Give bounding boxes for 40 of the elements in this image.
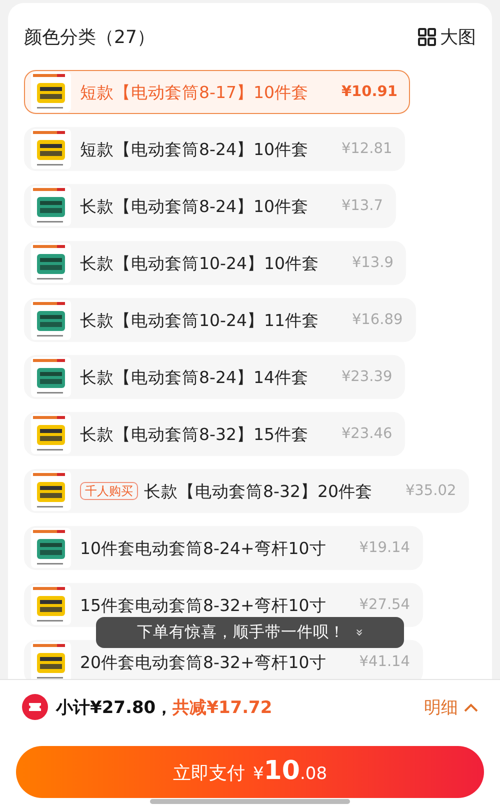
option-price: ¥41.14 (359, 654, 410, 670)
option-item[interactable]: 10件套电动套筒8-24+弯杆10寸 ¥19.14 (24, 526, 424, 570)
discount-text: 共减¥17.72 (172, 696, 272, 718)
option-item[interactable]: 长款【电动套筒10-24】11件套 ¥16.89 (24, 298, 416, 342)
option-item[interactable]: 千人购买 长款【电动套筒8-32】20件套 ¥35.02 (24, 469, 470, 513)
option-label: 15件套电动套筒8-32+弯杆10寸 (80, 594, 326, 616)
grid-icon (418, 28, 436, 46)
option-price: ¥27.54 (359, 597, 410, 613)
large-view-button[interactable]: 大图 (418, 25, 476, 49)
option-label: 长款【电动套筒8-32】15件套 (80, 424, 308, 444)
option-label: 短款【电动套筒8-24】10件套 (80, 138, 308, 160)
subtotal-text: 小计¥27.80， (56, 696, 173, 718)
pay-now-button[interactable]: 立即支付 ¥10.08 (16, 746, 484, 798)
option-price: ¥13.9 (352, 255, 394, 271)
option-price: ¥13.7 (341, 198, 383, 214)
option-item[interactable]: 长款【电动套筒10-24】10件套 ¥13.9 (24, 241, 406, 285)
option-label: 长款【电动套筒10-24】11件套 (80, 310, 319, 330)
option-price: ¥19.14 (359, 540, 410, 556)
option-item[interactable]: 长款【电动套筒8-32】15件套 ¥23.46 (24, 412, 406, 456)
coupon-icon (22, 694, 48, 720)
option-label: 长款【电动套筒10-24】10件套 (80, 252, 319, 274)
option-label: 长款【电动套筒8-24】10件套 (80, 196, 308, 216)
popular-tag: 千人购买 (80, 482, 138, 500)
option-price: ¥16.89 (352, 312, 403, 328)
option-price: ¥12.81 (341, 141, 392, 157)
option-price: ¥23.39 (341, 369, 392, 385)
option-label: 长款【电动套筒8-32】20件套 (144, 480, 372, 502)
option-label: 长款【电动套筒8-24】14件套 (80, 366, 308, 388)
panel-title: 颜色分类（27） (24, 26, 155, 49)
option-item[interactable]: 长款【电动套筒8-24】14件套 ¥23.39 (24, 355, 406, 399)
option-price: ¥23.46 (341, 426, 392, 442)
option-price: ¥10.91 (341, 84, 398, 100)
option-label: 20件套电动套筒8-32+弯杆10寸 (80, 652, 326, 672)
option-label: 短款【电动套筒8-17】10件套 (80, 82, 308, 102)
option-item[interactable]: 长款【电动套筒8-24】10件套 ¥13.7 (24, 184, 396, 228)
option-price: ¥35.02 (405, 483, 456, 499)
option-label: 10件套电动套筒8-24+弯杆10寸 (80, 538, 326, 558)
double-chevron-icon: » (352, 628, 366, 636)
caret-up-icon (464, 702, 478, 712)
option-item[interactable]: 短款【电动套筒8-24】10件套 ¥12.81 (24, 127, 406, 171)
